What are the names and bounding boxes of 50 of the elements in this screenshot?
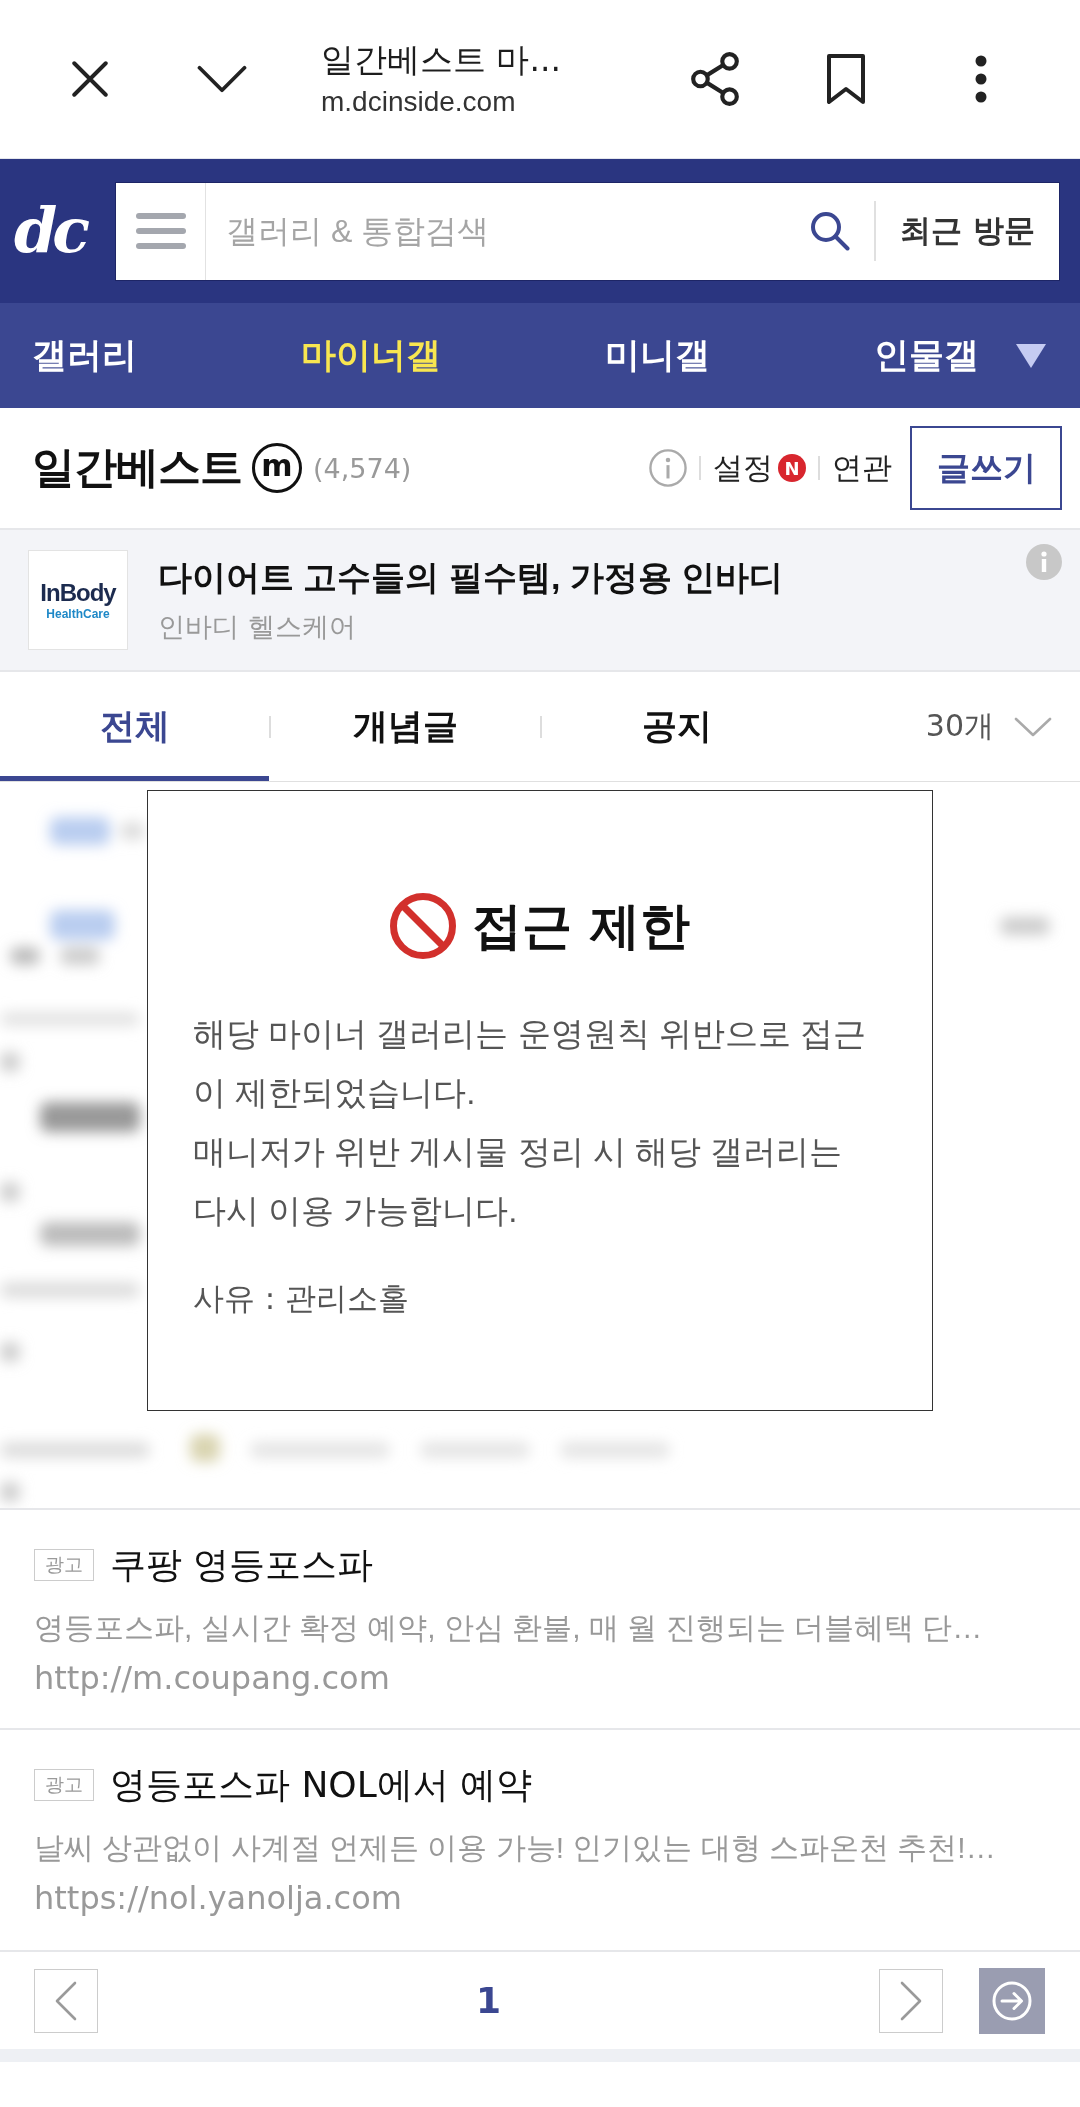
header-link[interactable]: 연관 [832, 447, 892, 489]
go-button[interactable] [979, 1967, 1045, 2034]
ad-tag: 광고 [34, 1549, 94, 1581]
search-icon[interactable] [810, 211, 851, 251]
next-page-button[interactable] [879, 1968, 943, 2033]
page-size-dropdown[interactable]: 30개 [925, 672, 1080, 781]
chevron-right-icon [900, 1980, 922, 2021]
prohibited-icon [390, 893, 457, 959]
notice-text: 매니저가 위반 게시물 정리 시 해당 갤러리는 다시 이용 가능합니다. [193, 1132, 843, 1231]
nav-item[interactable]: 마이너갤 [301, 332, 441, 379]
close-icon[interactable] [72, 61, 108, 97]
page-url: m.dcinside.com [321, 86, 516, 118]
more-icon[interactable] [975, 55, 987, 103]
new-badge: N [778, 454, 806, 482]
search-bar[interactable]: 갤러리 & 통합검색 최근 방문 [115, 181, 1060, 281]
chevron-left-icon [55, 1980, 77, 2021]
logo-wordmark: InBody [40, 580, 116, 605]
menu-icon [135, 213, 186, 249]
nav-item[interactable]: 인물갤 [874, 332, 979, 379]
tab[interactable]: 개념글 [271, 672, 540, 781]
bookmark-icon[interactable] [826, 53, 866, 105]
tab[interactable]: 전체 [0, 672, 269, 781]
tab[interactable]: 공지 [542, 672, 811, 781]
header-link[interactable]: 설정 [713, 447, 773, 489]
ad-description: 날씨 상관없이 사계절 언제든 이용 가능! 인기있는 대형 스파온천 추천!… [34, 1830, 996, 1866]
ad-tag: 광고 [34, 1769, 94, 1801]
gallery-title: 일간베스트 [32, 441, 242, 494]
chevron-down-icon [1014, 716, 1052, 737]
chevron-down-icon[interactable] [197, 65, 247, 93]
previous-page-button[interactable] [34, 1968, 98, 2033]
site-logo[interactable]: dc [14, 200, 106, 262]
ad-title[interactable]: 영등포스파 NOL에서 예약 [110, 1760, 533, 1810]
nav-item[interactable]: 갤러리 [32, 332, 137, 379]
ad-title[interactable]: 다이어트 고수들의 필수템, 가정용 인바디 [158, 555, 784, 601]
ad-description: 영등포스파, 실시간 확정 예약, 안심 환불, 매 월 진행되는 더블혜택 단… [34, 1610, 983, 1646]
dropdown-triangle-icon[interactable] [1016, 343, 1046, 368]
arrow-right-circle-icon [992, 1980, 1032, 2021]
share-icon[interactable] [690, 52, 740, 106]
notice-reason: 사유 : 관리소홀 [193, 1279, 410, 1318]
logo-subtitle: HealthCare [46, 607, 110, 620]
ad-advertiser: 인바디 헬스케어 [158, 610, 356, 644]
notice-text: 해당 마이너 갤러리는 운영원칙 위반으로 접근이 제한되었습니다. [193, 1014, 867, 1113]
page-title: 일간베스트 마... [321, 40, 561, 80]
write-button[interactable]: 글쓰기 [910, 426, 1062, 510]
page-number[interactable]: 1 [475, 1980, 502, 2021]
nav-item[interactable]: 미니갤 [605, 332, 710, 379]
post-count: (4,574) [313, 452, 412, 484]
ad-title[interactable]: 쿠팡 영등포스파 [110, 1540, 374, 1590]
notice-title: 접근 제한 [472, 895, 690, 957]
gallery-type-badge: m [252, 443, 302, 493]
